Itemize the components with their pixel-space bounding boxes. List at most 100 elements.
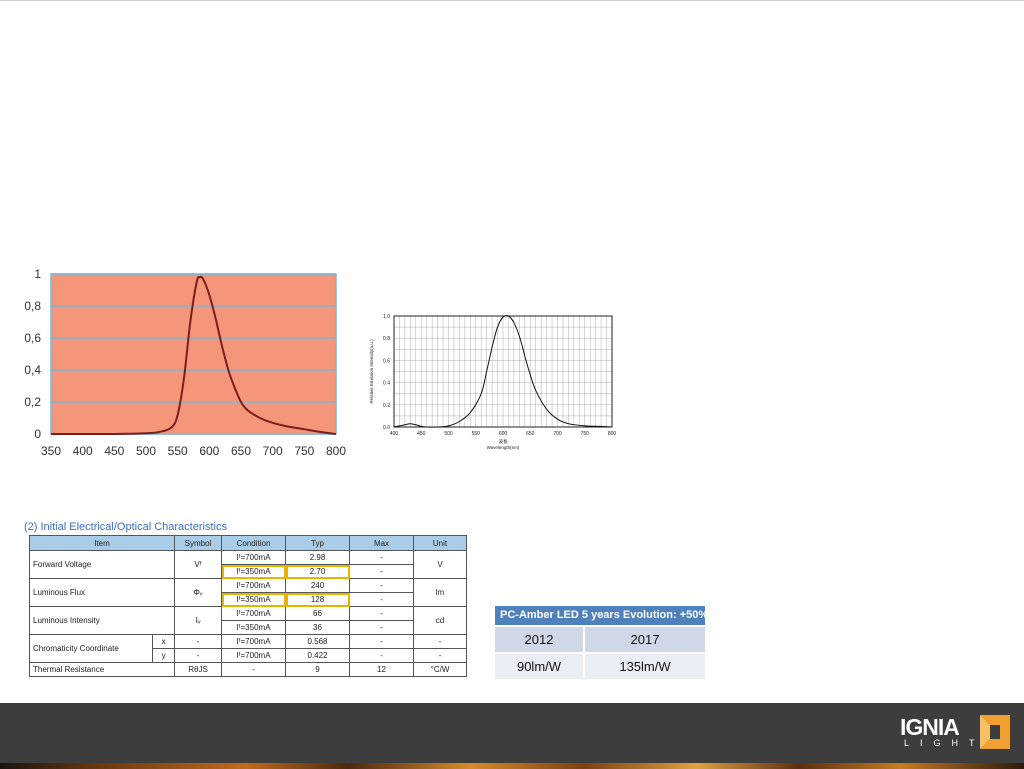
item-thermal-resistance: Thermal Resistance [29,662,175,677]
item-chromaticity: Chromaticity Coordinate [28,634,154,663]
unit-cd: cd [413,606,467,635]
spectrum-chart-right: 0.00.20.40.60.81.0400 450 500 550 600 650 700 7… [369,314,617,450]
year-2017: 2017 [630,632,660,647]
value-2012: 90lm/W [495,654,585,679]
x-tick-label: 600 [499,431,508,437]
top-divider [0,0,1024,1]
cell-max: - [349,550,414,565]
cell-typ: 36 [285,620,350,635]
table-header-row: Item Symbol Condition Typ Max Unit [29,535,467,551]
header-typ: Typ [285,535,350,551]
value-2017: 135lm/W [619,659,671,674]
y-tick-label: 1 [34,267,41,281]
cell-typ: 2.98 [285,550,350,565]
header-max: Max [349,535,414,551]
cell-typ: 66 [285,606,350,621]
cell-condition: Iᶠ=700mA [221,634,286,649]
x-tick-label: 400 [73,444,93,458]
footer-light-strip [0,763,1024,769]
cell-typ-highlight: 128 [285,592,350,607]
year-2012: 2012 [495,627,585,652]
cell-condition-highlight: Iᶠ=350mA [221,564,286,579]
cell-max: - [349,648,414,663]
cell-max: - [349,606,414,621]
cell-unit: °C/W [413,662,467,677]
y-tick-label: 0,2 [24,395,41,409]
y-tick-label: 0.6 [383,358,390,364]
evolution-table: PC-Amber LED 5 years Evolution: +50% 201… [495,606,708,679]
symbol-iv: Iᵥ [174,606,222,635]
symbol-vf: Vᶠ [174,550,222,579]
unit-v: V [413,550,467,579]
cell-symbol: - [174,648,222,663]
cell-max: - [349,578,414,593]
cell-max: - [349,564,414,579]
cell-condition: Iᶠ=700mA [221,578,286,593]
y-axis-label: Relative Emission Intensity(a.u.) [369,339,374,404]
x-axis-label-cn: 波長 [499,438,508,445]
item-luminous-intensity: Luminous Intensity [29,606,175,635]
cell-typ: 0.568 [285,634,350,649]
axis-y: y [152,648,175,663]
cell-max: - [349,634,414,649]
logo-wordmark: IGNIA [900,714,960,740]
y-tick-label: 0 [34,427,41,441]
x-tick-label: 650 [231,444,251,458]
unit-lm: lm [413,578,467,607]
table-row: Thermal Resistance RθJS - 9 12 °C/W [29,662,467,677]
cell-symbol: - [174,634,222,649]
header-item: Item [29,535,175,551]
cell-typ: 9 [285,662,350,677]
symbol-rth: RθJS [174,662,222,677]
x-tick-label: 400 [390,431,399,437]
y-tick-label: 0.2 [383,403,390,409]
x-tick-label: 450 [417,431,426,437]
cell-typ-highlight: 2.70 [285,564,350,579]
x-tick-label: 750 [581,431,590,437]
x-tick-label: 550 [472,431,481,437]
y-tick-label: 0.8 [383,336,390,342]
header-symbol: Symbol [174,535,222,551]
header-unit: Unit [413,535,467,551]
cell-unit: - [413,648,467,663]
cell-typ: 0.422 [285,648,350,663]
x-tick-label: 350 [41,444,61,458]
x-tick-label: 450 [104,444,124,458]
cell-condition: Iᶠ=350mA [221,620,286,635]
cell-max: 12 [349,662,414,677]
x-tick-label: 600 [199,444,219,458]
cell-unit: - [413,634,467,649]
x-tick-label: 800 [608,431,617,437]
x-tick-label: 700 [263,444,283,458]
cell-condition: - [221,662,286,677]
y-tick-label: 1.0 [383,314,390,320]
x-axis-label: Wavelength(nm) [487,445,520,450]
characteristics-table: Item Symbol Condition Typ Max Unit Forwa… [28,535,467,677]
x-tick-label: 750 [294,444,314,458]
cell-max: - [349,592,414,607]
y-tick-label: 0.4 [383,381,390,387]
footer-bar [0,703,1024,769]
table-row: Luminous Intensity Iᵥ Iᶠ=700mA 66 - cd [29,606,467,635]
x-tick-label: 500 [136,444,156,458]
evolution-years-row: 2012 2017 [495,625,705,652]
cell-condition: Iᶠ=700mA [221,648,286,663]
logo-subtext: LIGHT [904,738,986,748]
symbol-phiv: Φᵥ [174,578,222,607]
x-tick-label: 500 [444,431,453,437]
y-tick-label: 0,4 [24,363,41,377]
item-luminous-flux: Luminous Flux [29,578,175,607]
ignia-light-logo: IGNIA LIGHT [900,714,1012,750]
table-row: Forward Voltage Vᶠ Iᶠ=700mA 2.98 - V [29,550,467,579]
y-tick-label: 0,6 [24,331,41,345]
table-row: Luminous Flux Φᵥ Iᶠ=700mA 240 - lm [29,578,467,607]
y-tick-label: 0,8 [24,299,41,313]
spec-table-title: (2) Initial Electrical/Optical Character… [24,521,227,533]
x-tick-label: 700 [553,431,562,437]
cell-typ: 240 [285,578,350,593]
logo-mark-icon [980,715,1010,749]
table-row: Chromaticity Coordinate x - Iᶠ=700mA 0.5… [28,634,467,663]
evolution-title: PC-Amber LED 5 years Evolution: +50% [495,606,708,625]
cell-condition: Iᶠ=700mA [221,550,286,565]
axis-x: x [152,634,175,649]
